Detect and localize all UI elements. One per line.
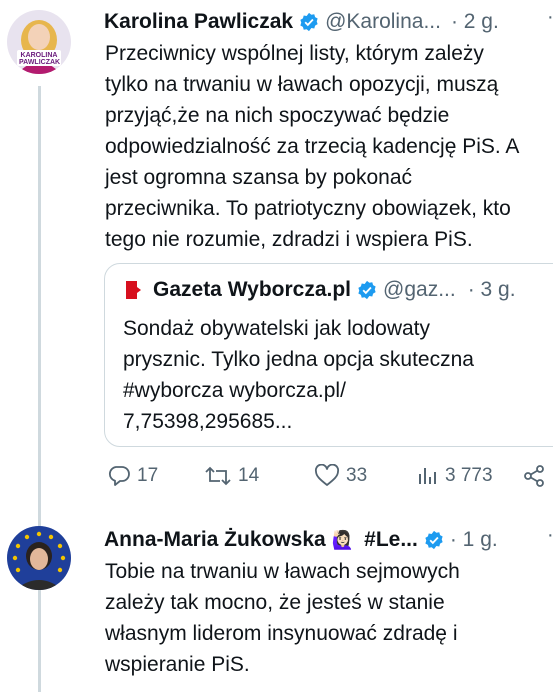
quote-text-line: Sondaż obywatelski jak lodowaty	[123, 317, 431, 340]
share-icon	[524, 465, 544, 487]
tweet-text-line: Tobie na trwaniu w ławach sejmowych	[105, 560, 460, 583]
author-name[interactable]: Anna-Maria Żukowska	[104, 528, 326, 552]
author-name-suffix[interactable]: #Le...	[364, 528, 418, 552]
views-button[interactable]: 3 773	[417, 464, 493, 488]
share-button[interactable]	[522, 464, 546, 488]
more-options-icon[interactable]: ·	[547, 6, 553, 29]
reply-button[interactable]: 17	[107, 464, 158, 488]
thread-connector-line	[38, 86, 41, 692]
retweet-count: 14	[238, 465, 260, 486]
tweet-time[interactable]: · 2 g.	[451, 10, 499, 34]
reply-icon	[108, 466, 130, 486]
quote-text-line: #wyborcza wyborcza.pl/	[123, 379, 346, 402]
retweet-button[interactable]: 14	[204, 464, 259, 488]
author-name[interactable]: Karolina Pawliczak	[104, 10, 293, 34]
quote-text-line: prysznic. Tylko jedna opcja skuteczna	[123, 348, 474, 371]
tweet-text-line: własnym liderom insynuować zdradę i	[105, 622, 458, 645]
avatar-karolina-pawliczak[interactable]: KAROLINA PAWLICZAK	[7, 10, 71, 74]
avatar-image	[7, 526, 71, 590]
tweet-text-line: Przeciwnicy wspólnej listy, którym zależ…	[105, 42, 484, 65]
tweet2-text: Tobie na trwaniu w ławach sejmowych zale…	[105, 556, 460, 680]
tweet-text-line: przyjąć,że na nich spoczywać będzie	[105, 104, 450, 127]
quoted-tweet-card[interactable]: Gazeta Wyborcza.pl @gaz... · 3 g. Sondaż…	[104, 263, 553, 447]
tweet-text-line: tego nie rozumie, zdradzi i wspiera PiS.	[105, 228, 473, 251]
more-options-icon[interactable]: ·	[547, 524, 553, 547]
gazeta-wyborcza-logo-icon	[126, 281, 141, 299]
tweet-text-line: zależy tak mocno, że jesteś w stanie	[105, 591, 445, 614]
quote-text-line: 7,75398,295685...	[123, 410, 293, 433]
tweet-text-line: przeciwnika. To patriotyczny obowiązek, …	[105, 197, 511, 220]
reply-count: 17	[137, 465, 159, 486]
views-count: 3 773	[445, 465, 493, 486]
tweet-text-line: wspieranie PiS.	[105, 653, 250, 676]
verified-badge-icon	[358, 280, 376, 300]
tweet-text-line: tylko na trwaniu w ławach opozycji, musz…	[105, 73, 499, 96]
like-button[interactable]: 33	[314, 464, 367, 488]
tweet1-header: Karolina Pawliczak @Karolina... · 2 g.	[104, 8, 499, 36]
quote-time: · 3 g.	[467, 278, 516, 301]
avatar-label: KAROLINA PAWLICZAK	[19, 52, 61, 66]
retweet-icon	[205, 466, 231, 486]
tweet-time[interactable]: · 1 g.	[450, 528, 498, 552]
tweet2-header: Anna-Maria Żukowska 🙋🏻‍♀️ #Le... · 1 g.	[104, 526, 498, 554]
views-icon	[419, 468, 436, 484]
heart-icon	[315, 464, 339, 486]
avatar-anna-maria-zukowska[interactable]	[7, 526, 71, 590]
quote-author-handle: @gaz...	[383, 278, 456, 301]
woman-emoji-icon: 🙋🏻‍♀️	[331, 529, 355, 550]
quote-text: Sondaż obywatelski jak lodowaty prysznic…	[123, 313, 474, 437]
quote-author-name: Gazeta Wyborcza.pl	[153, 278, 352, 301]
verified-badge-icon	[425, 530, 443, 550]
author-handle[interactable]: @Karolina...	[325, 10, 441, 34]
tweet-text-line: jest ogromna szansa by pokonać	[105, 166, 413, 189]
tweet1-text: Przeciwnicy wspólnej listy, którym zależ…	[105, 38, 519, 255]
like-count: 33	[346, 465, 368, 486]
quote-header: Gazeta Wyborcza.pl @gaz... · 3 g.	[123, 276, 516, 304]
verified-badge-icon	[300, 12, 318, 32]
tweet-text-line: odpowiedzialność za trzecią kadencję PiS…	[105, 135, 520, 158]
